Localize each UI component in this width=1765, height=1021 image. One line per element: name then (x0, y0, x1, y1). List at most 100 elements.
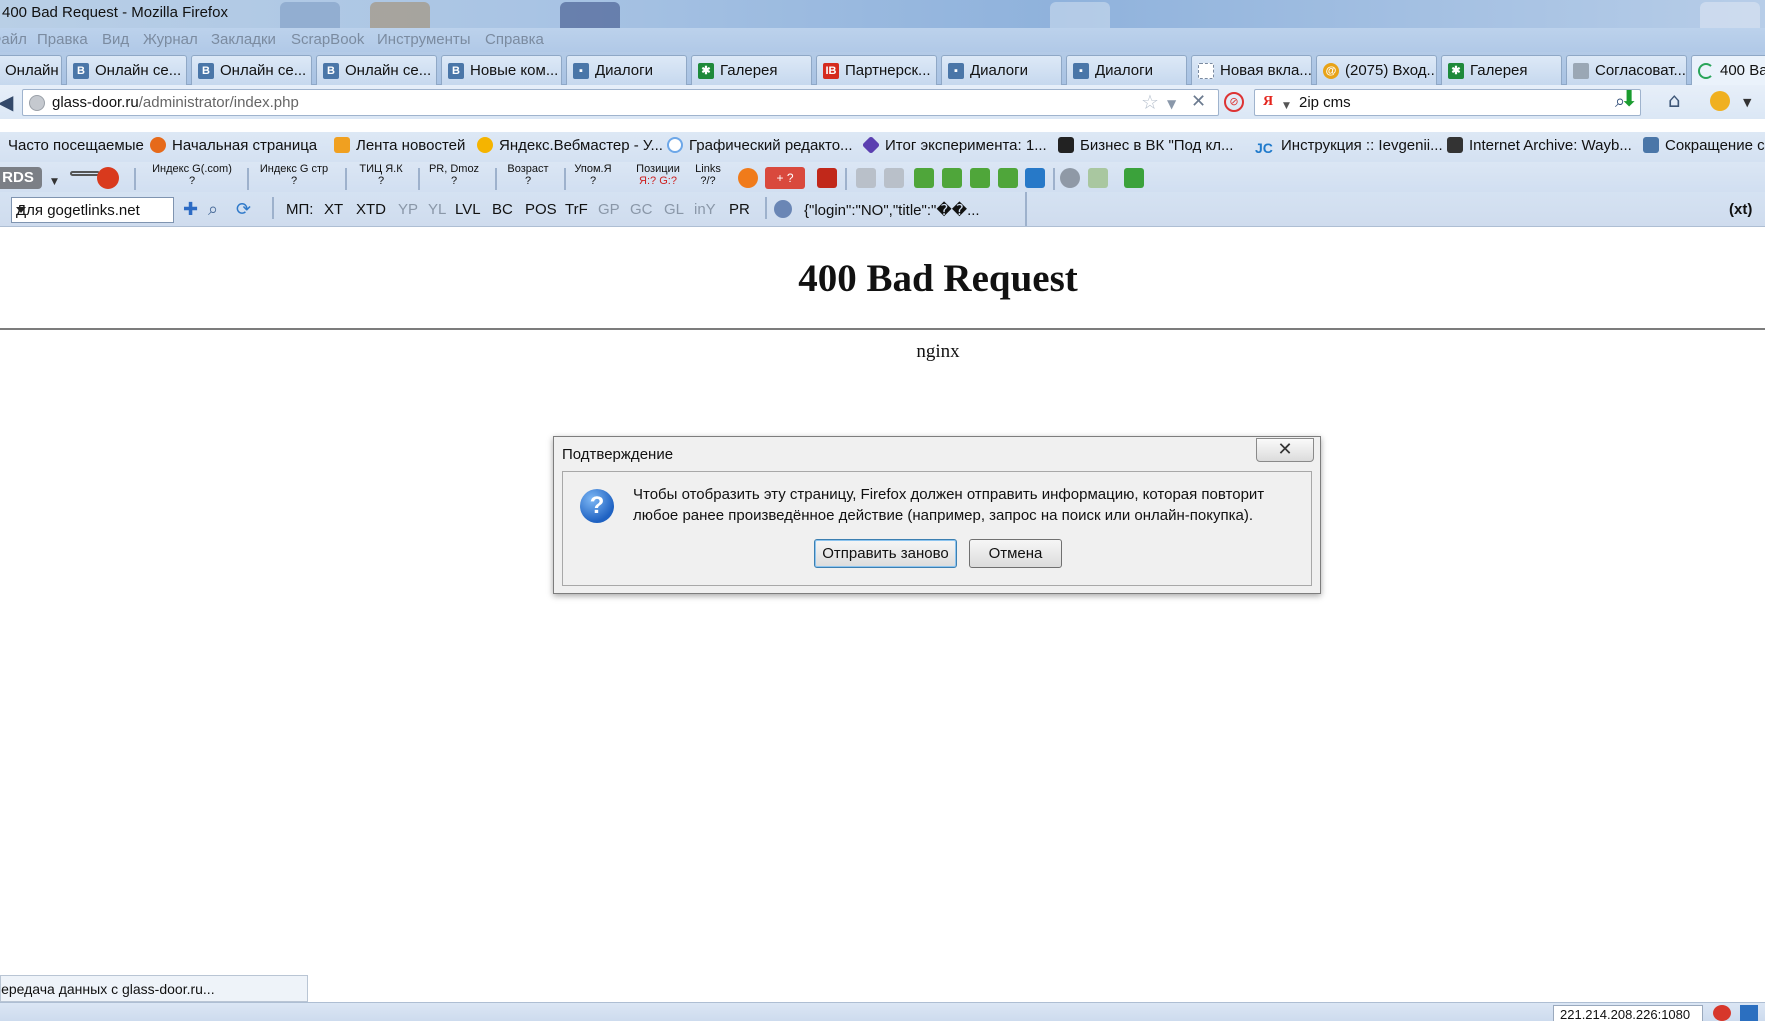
gg-label-gc[interactable]: GC (630, 201, 653, 218)
bookmarks-bar: Часто посещаемые Начальная страница Лент… (0, 132, 1765, 162)
resend-button[interactable]: Отправить заново (814, 539, 957, 568)
menu-view[interactable]: Вид (102, 31, 129, 48)
tab[interactable]: ✱ Галерея (691, 55, 812, 85)
bookmark-item[interactable]: Начальная страница (150, 137, 317, 154)
alert-icon[interactable] (738, 168, 758, 188)
menu-dropdown-icon[interactable]: ▼ (1743, 94, 1751, 112)
refresh-icon[interactable]: ⟳ (236, 201, 251, 219)
tab[interactable]: B Новые ком... (441, 55, 562, 85)
seo-positions[interactable]: Позиции Я:? G:? (630, 163, 686, 187)
seo-index-google-pages[interactable]: Индекс G стр? (253, 163, 335, 187)
gg-label-yp[interactable]: YP (398, 201, 418, 218)
seo-pr-dmoz[interactable]: PR, Dmoz? (424, 163, 484, 187)
project-select[interactable]: Для gogetlinks.net (11, 197, 174, 223)
tab[interactable]: B Онлайн се... (66, 55, 187, 85)
seo-links[interactable]: Links ?/? (690, 163, 726, 187)
tab[interactable]: ▪ Диалоги (941, 55, 1062, 85)
tab[interactable]: B Онлайн се... (0, 55, 62, 85)
gg-label-xtd[interactable]: XTD (356, 201, 386, 218)
bookmark-item[interactable]: Сокращение с (1643, 137, 1765, 154)
gear-icon[interactable] (1060, 168, 1080, 188)
star-icon[interactable]: ☆ (1141, 92, 1159, 112)
slider-track[interactable] (70, 171, 100, 176)
tab[interactable]: B Онлайн се... (316, 55, 437, 85)
download-icon[interactable]: ⬇ (1620, 89, 1638, 111)
puzzle-icon[interactable] (1124, 168, 1144, 188)
menu-bookmarks[interactable]: Закладки (211, 31, 276, 48)
bookmark-item[interactable]: Лента новостей (334, 137, 465, 154)
close-icon[interactable]: ✕ (1256, 438, 1314, 462)
bookmark-item[interactable]: Яндекс.Вебмастер - У... (477, 137, 663, 154)
gg-label-pr[interactable]: PR (729, 201, 750, 218)
tab-label: Онлайн се... (5, 62, 61, 79)
rss-icon[interactable] (884, 168, 904, 188)
record-icon[interactable] (97, 167, 119, 189)
menu-edit[interactable]: Правка (37, 31, 88, 48)
gg-label-gl[interactable]: GL (664, 201, 684, 218)
network-icon[interactable] (1740, 1005, 1758, 1021)
sitemap-icon[interactable] (914, 168, 934, 188)
gg-label-iny[interactable]: inY (694, 201, 716, 218)
divider (418, 168, 420, 190)
search-input[interactable]: 2ip cms (1299, 94, 1351, 111)
seo-tic[interactable]: ТИЦ Я.К? (351, 163, 411, 187)
chart-icon[interactable] (817, 168, 837, 188)
gg-label-bc[interactable]: BC (492, 201, 513, 218)
refresh-icon[interactable] (1088, 168, 1108, 188)
editor-icon (667, 137, 683, 153)
rds-logo[interactable]: RDS (0, 167, 42, 189)
seo-index-google[interactable]: Индекс G(.com)? (142, 163, 242, 187)
cancel-button[interactable]: Отмена (969, 539, 1062, 568)
menu-scrapbook[interactable]: ScrapBook (291, 31, 364, 48)
addon-icon[interactable] (1710, 91, 1730, 111)
dropdown-icon[interactable]: ▼ (1167, 95, 1176, 113)
menu-tools[interactable]: Инструменты (377, 31, 471, 48)
tab[interactable]: B Онлайн се... (191, 55, 312, 85)
tab[interactable]: ▪ Диалоги (566, 55, 687, 85)
tab[interactable]: IB Партнерск... (816, 55, 937, 85)
bookmark-item[interactable]: Графический редакто... (667, 137, 853, 154)
tab-active[interactable]: 400 Ba (1691, 55, 1765, 85)
tab[interactable]: ▪ Диалоги (1066, 55, 1187, 85)
menu-help[interactable]: Справка (485, 31, 544, 48)
tab[interactable]: @ (2075) Вход... (1316, 55, 1437, 85)
add-icon[interactable]: ✚ (183, 201, 198, 219)
bookmark-item[interactable]: JC Инструкция :: Ievgenii... (1255, 137, 1443, 156)
seo-age[interactable]: Возраст? (501, 163, 555, 187)
menu-file[interactable]: Файл (0, 31, 27, 48)
stop-icon[interactable]: ✕ (1191, 93, 1206, 111)
edit-icon[interactable] (942, 168, 962, 188)
gg-xt-button[interactable]: (xt) (1729, 201, 1752, 218)
search-icon[interactable]: ⌕ (208, 201, 218, 219)
database-icon[interactable] (1025, 168, 1045, 188)
tab[interactable]: Согласоват... (1566, 55, 1687, 85)
home-icon[interactable]: ⌂ (1668, 90, 1681, 110)
gg-label-pos[interactable]: POS (525, 201, 557, 218)
user-icon[interactable] (774, 200, 792, 218)
gg-label-lvl[interactable]: LVL (455, 201, 481, 218)
gg-label-gp[interactable]: GP (598, 201, 620, 218)
chevron-down-icon[interactable]: ▼ (51, 173, 58, 191)
bookmark-item[interactable]: Итог эксперимента: 1... (861, 135, 1047, 155)
google-plus-icon[interactable]: + ? (765, 167, 805, 189)
search-box[interactable]: Я ▼ 2ip cms ⌕ (1254, 89, 1641, 116)
gg-label-trf[interactable]: TrF (565, 201, 588, 218)
tab[interactable]: Новая вкла... (1191, 55, 1312, 85)
bookmark-item[interactable]: Бизнес в ВК "Под кл... (1058, 137, 1233, 154)
back-icon[interactable]: ◀ (0, 92, 13, 112)
home-icon[interactable] (970, 168, 990, 188)
code-icon[interactable] (998, 168, 1018, 188)
chevron-down-icon[interactable]: ▼ (1283, 97, 1290, 115)
gg-label-yl[interactable]: YL (428, 201, 446, 218)
gg-label-mp[interactable]: МП: (286, 201, 313, 218)
menu-history[interactable]: Журнал (143, 31, 198, 48)
bookmark-item[interactable]: Часто посещаемые (8, 137, 144, 154)
w3c-icon[interactable] (856, 168, 876, 188)
tab[interactable]: ✱ Галерея (1441, 55, 1562, 85)
gg-label-xt[interactable]: XT (324, 201, 343, 218)
adblock-icon[interactable] (1713, 1005, 1731, 1021)
url-bar[interactable]: glass-door.ru/administrator/index.php ☆ … (22, 89, 1219, 116)
bookmark-item[interactable]: Internet Archive: Wayb... (1447, 137, 1632, 154)
block-icon[interactable]: ⊘ (1224, 92, 1244, 112)
seo-mentions[interactable]: Упом.Я? (568, 163, 618, 187)
